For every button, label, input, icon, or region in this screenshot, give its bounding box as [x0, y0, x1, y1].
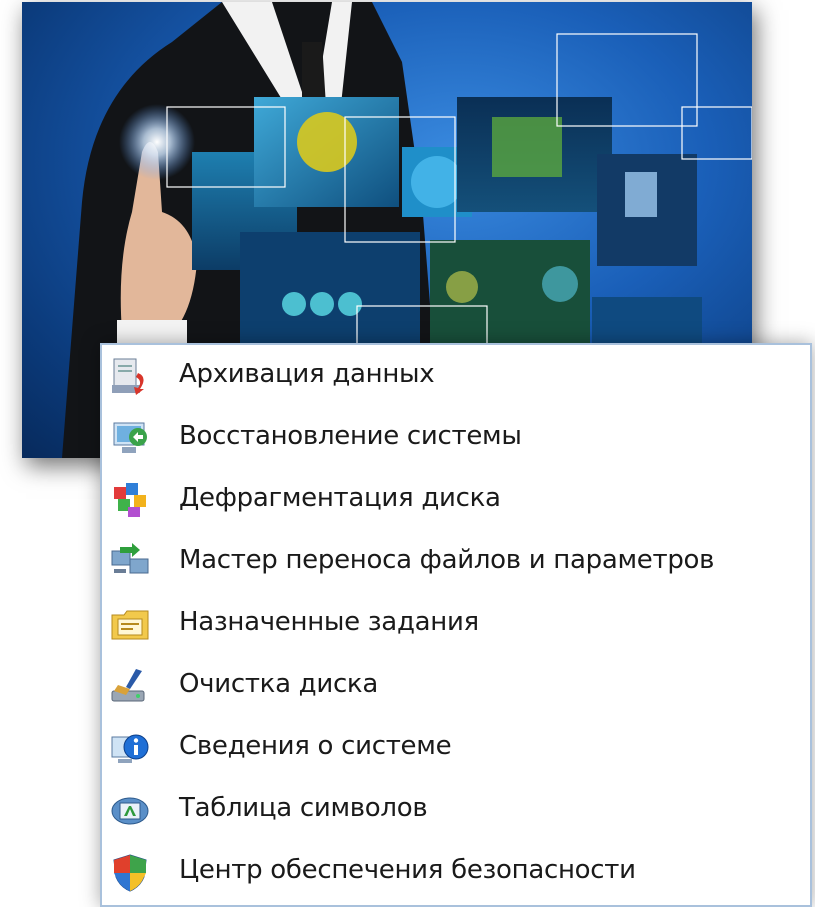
menu-item-defragment[interactable]: Дефрагментация диска [102, 471, 802, 533]
menu-item-character-map[interactable]: Таблица символов [102, 781, 802, 843]
transfer-wizard-icon [108, 541, 152, 585]
menu-item-transfer-wizard[interactable]: Мастер переноса файлов и параметров [102, 533, 802, 595]
scheduled-tasks-icon [108, 603, 152, 647]
menu-item-system-info[interactable]: Сведения о системе [102, 719, 802, 781]
menu-item-label: Архивация данных [179, 359, 435, 389]
system-restore-icon [108, 417, 152, 461]
system-tools-menu: Архивация данных Восстановление системы [100, 343, 812, 907]
menu-item-label: Очистка диска [179, 669, 378, 699]
menu-item-label: Центр обеспечения безопасности [179, 855, 636, 885]
system-info-icon [108, 727, 152, 771]
menu-item-label: Дефрагментация диска [179, 483, 501, 513]
menu-item-system-restore[interactable]: Восстановление системы [102, 409, 802, 471]
menu-item-label: Восстановление системы [179, 421, 522, 451]
menu-item-label: Назначенные задания [179, 607, 479, 637]
defragment-icon [108, 479, 152, 523]
menu-item-disk-cleanup[interactable]: Очистка диска [102, 657, 802, 719]
menu-item-scheduled-tasks[interactable]: Назначенные задания [102, 595, 802, 657]
security-center-icon [108, 851, 152, 895]
backup-icon [108, 355, 152, 399]
menu-item-backup[interactable]: Архивация данных [102, 347, 802, 409]
menu-item-label: Сведения о системе [179, 731, 452, 761]
disk-cleanup-icon [108, 665, 152, 709]
menu-item-label: Мастер переноса файлов и параметров [179, 545, 715, 575]
character-map-icon [108, 789, 152, 833]
menu-item-label: Таблица символов [179, 793, 428, 823]
